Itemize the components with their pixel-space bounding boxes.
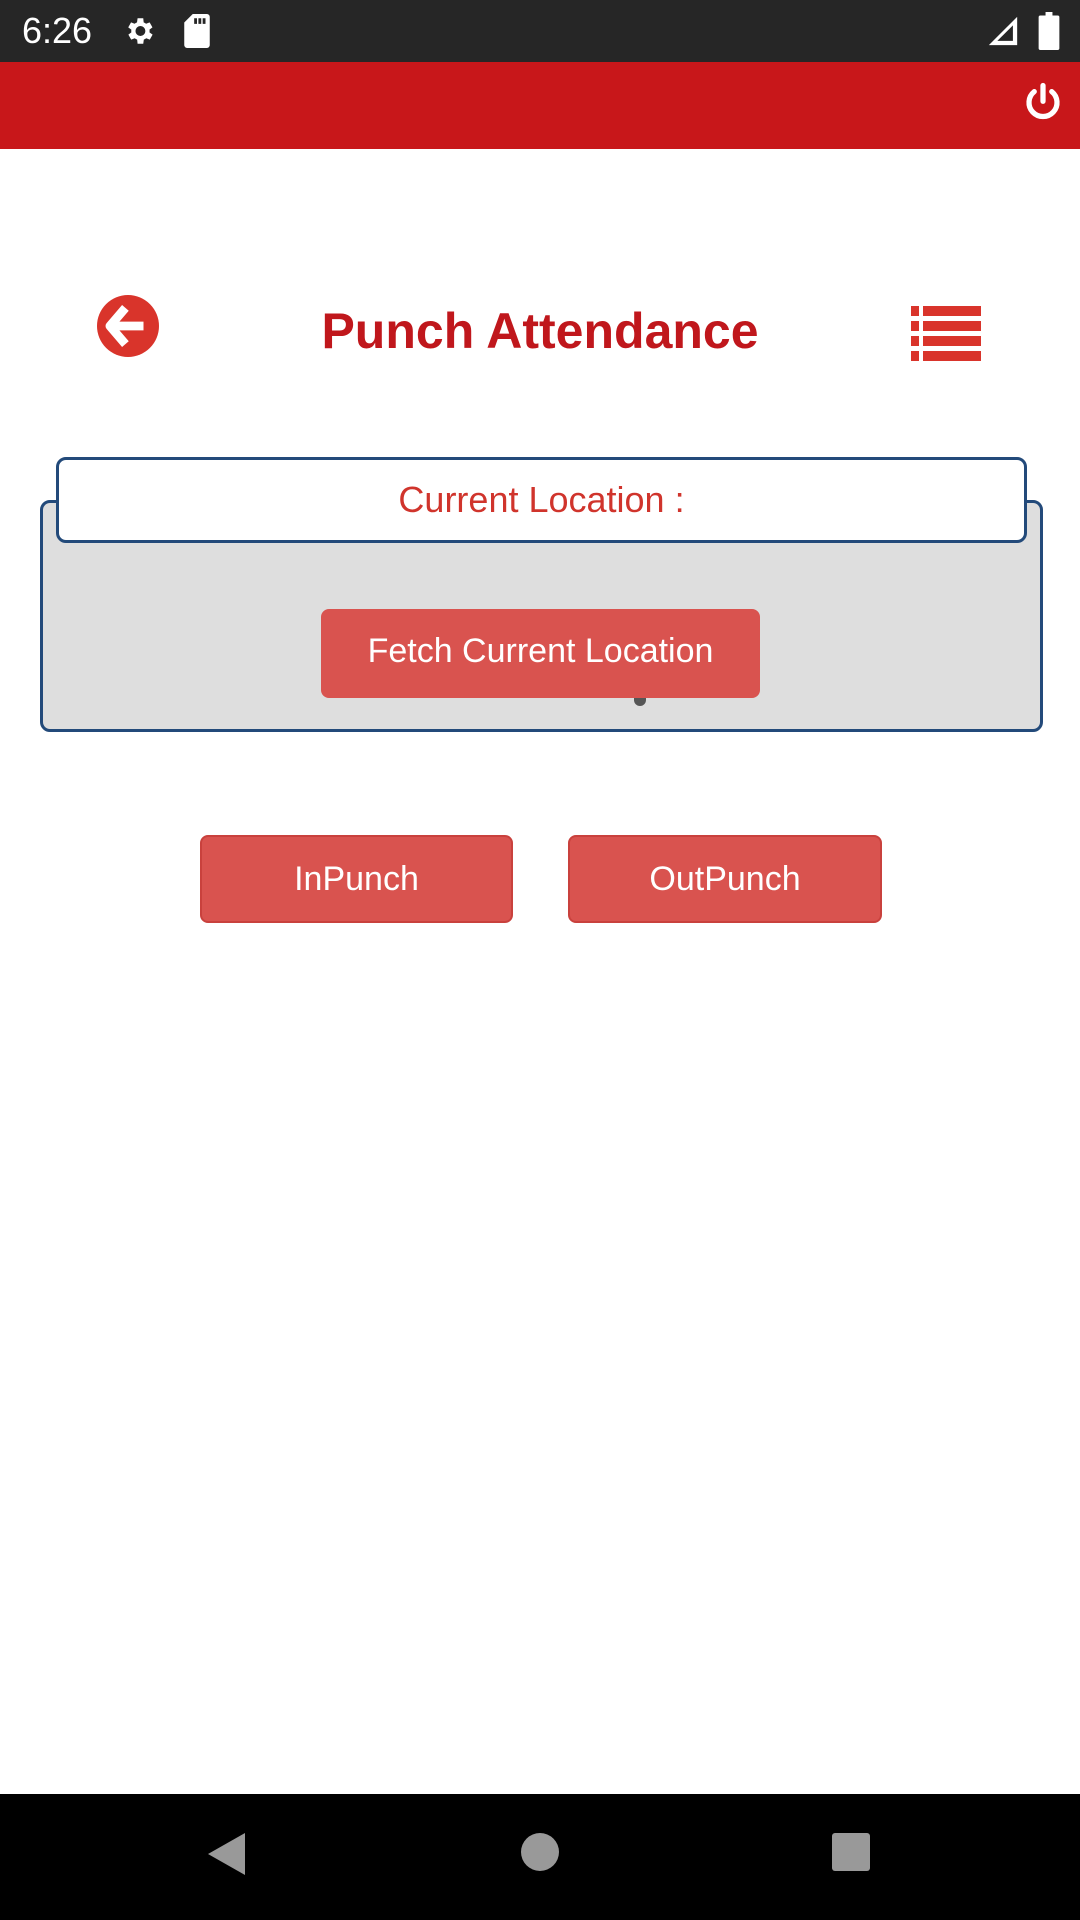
back-icon[interactable] — [205, 1831, 247, 1877]
in-punch-button[interactable]: InPunch — [200, 835, 513, 923]
status-bar: 6:26 — [0, 0, 1080, 62]
power-icon[interactable] — [1022, 82, 1064, 124]
gear-icon — [128, 18, 153, 44]
status-time: 6:26 — [22, 10, 93, 51]
battery-icon — [1038, 12, 1060, 50]
recents-icon[interactable] — [831, 1832, 871, 1872]
home-icon[interactable] — [520, 1832, 560, 1872]
signal-icon — [988, 16, 1018, 46]
sd-card-icon — [184, 14, 210, 48]
navigation-bar — [0, 1794, 1080, 1920]
fetch-location-button[interactable]: Fetch Current Location — [321, 609, 760, 698]
current-location-label: Current Location : — [56, 457, 1027, 543]
out-punch-button[interactable]: OutPunch — [568, 835, 882, 923]
list-button[interactable] — [911, 306, 981, 362]
app-bar — [0, 62, 1080, 149]
